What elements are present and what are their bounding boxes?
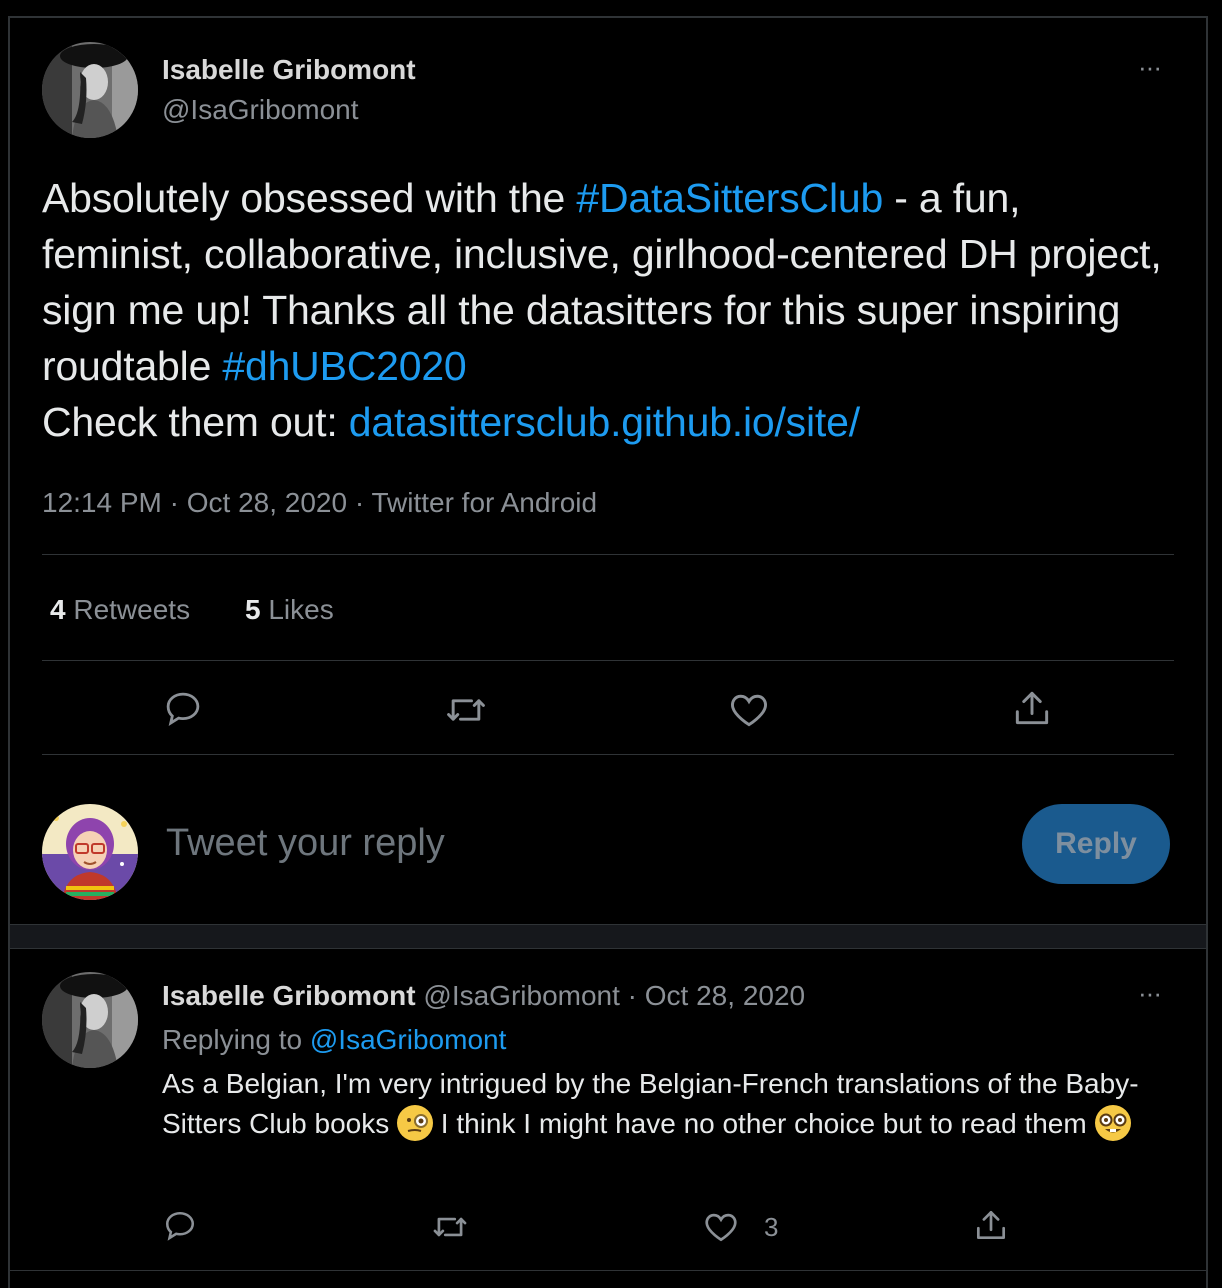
likes-stat[interactable]: 5 Likes: [245, 594, 334, 626]
reply-author-name[interactable]: Isabelle Gribomont: [162, 980, 416, 1011]
reply-retweet-icon[interactable]: [431, 1208, 469, 1246]
divider: [10, 948, 1206, 949]
reply-author-handle[interactable]: @IsaGribomont: [423, 980, 620, 1011]
reply-header: Isabelle Gribomont @IsaGribomont · Oct 2…: [162, 980, 805, 1012]
reply-more-options-icon[interactable]: ···: [1138, 980, 1162, 1006]
reply-date[interactable]: · Oct 28, 2020: [628, 980, 805, 1011]
replying-to-handle[interactable]: @IsaGribomont: [310, 1024, 507, 1055]
like-icon[interactable]: [727, 688, 771, 732]
replying-to: Replying to @IsaGribomont: [162, 1024, 506, 1056]
divider: [42, 554, 1174, 555]
tweet-text-part: Check them out:: [42, 399, 349, 445]
more-options-icon[interactable]: ···: [1138, 54, 1162, 80]
current-user-avatar[interactable]: [42, 804, 138, 900]
replying-to-label: Replying to: [162, 1024, 303, 1055]
retweet-icon[interactable]: [444, 688, 488, 732]
reply-like-count: 3: [764, 1212, 779, 1242]
reply-text: As a Belgian, I'm very intrigued by the …: [162, 1064, 1172, 1144]
reply-text-part: I think I might have no other choice but…: [433, 1108, 1095, 1139]
reply-button[interactable]: Reply: [1022, 804, 1170, 884]
author-avatar[interactable]: [42, 42, 138, 138]
reply-reply-icon[interactable]: [162, 1208, 198, 1244]
divider: [10, 924, 1206, 925]
retweets-stat[interactable]: 4 Retweets: [50, 594, 190, 626]
url-link[interactable]: datasittersclub.github.io/site/: [349, 399, 860, 445]
tweet-text: Absolutely obsessed with the #DataSitter…: [42, 170, 1162, 450]
reply-icon[interactable]: [162, 688, 204, 730]
divider: [42, 754, 1174, 755]
reply-author-avatar[interactable]: [42, 972, 138, 1068]
share-icon[interactable]: [1010, 686, 1054, 730]
monocle-face-icon: [397, 1105, 433, 1141]
divider: [10, 1270, 1206, 1271]
section-separator: [10, 924, 1206, 948]
reply-like-icon[interactable]: [702, 1208, 740, 1246]
retweets-label: Retweets: [73, 594, 191, 625]
tweet-timestamp[interactable]: 12:14 PM · Oct 28, 2020 · Twitter for An…: [42, 487, 597, 519]
likes-count: 5: [245, 594, 261, 625]
author-handle[interactable]: @IsaGribomont: [162, 94, 359, 126]
reply-share-icon[interactable]: [972, 1206, 1010, 1244]
tweet-text-part: Absolutely obsessed with the: [42, 175, 577, 221]
likes-label: Likes: [268, 594, 334, 625]
hashtag-link[interactable]: #DataSittersClub: [576, 175, 883, 221]
hashtag-link[interactable]: #dhUBC2020: [222, 343, 466, 389]
reply-input[interactable]: Tweet your reply: [166, 822, 966, 865]
retweets-count: 4: [50, 594, 66, 625]
nerd-face-icon: [1094, 1105, 1131, 1141]
divider: [42, 660, 1174, 661]
author-name[interactable]: Isabelle Gribomont: [162, 54, 416, 86]
